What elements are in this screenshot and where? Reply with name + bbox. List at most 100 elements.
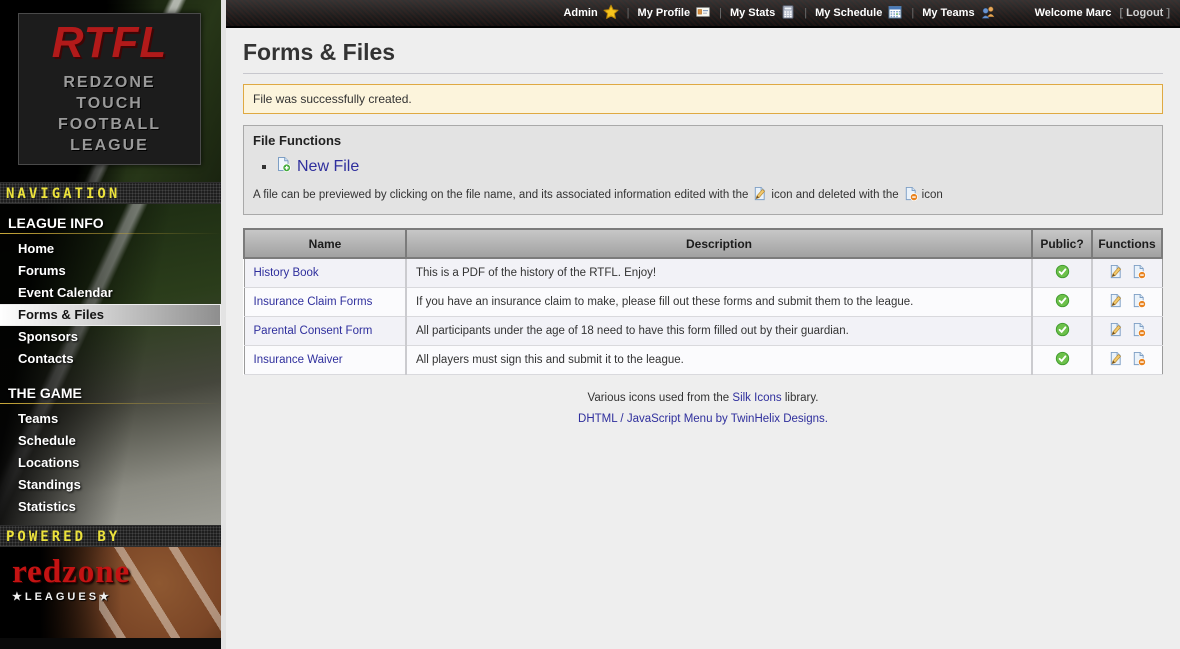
- new-file-link[interactable]: New File: [297, 158, 359, 176]
- group-icon: [980, 4, 996, 23]
- redzone-leagues-logo: redzone: [12, 557, 221, 588]
- topbar: Admin | My Profile | My Stats | My Sched…: [226, 0, 1180, 28]
- calculator-icon: [780, 4, 796, 23]
- silk-icons-link[interactable]: Silk Icons: [732, 392, 781, 404]
- sidebar-nav: LEAGUE INFO Home Forums Event Calendar F…: [0, 204, 221, 525]
- delete-file-icon[interactable]: [1131, 264, 1146, 282]
- table-row: Insurance Waiver All players must sign t…: [244, 346, 1162, 375]
- sidebar: RTFL REDZONE TOUCH FOOTBALL LEAGUE NAVIG…: [0, 0, 226, 649]
- credit-text: library.: [785, 392, 819, 404]
- vcard-icon: [695, 4, 711, 23]
- topbar-item-admin[interactable]: Admin: [563, 4, 618, 23]
- logout-button[interactable]: [ Logout ]: [1119, 7, 1170, 19]
- gold-divider: [0, 233, 221, 234]
- sidebar-item-contacts[interactable]: Contacts: [0, 348, 221, 370]
- file-name-link[interactable]: History Book: [254, 267, 319, 279]
- public-check-icon: [1055, 293, 1070, 311]
- edit-file-icon[interactable]: [1108, 264, 1123, 282]
- sidebar-hero: RTFL REDZONE TOUCH FOOTBALL LEAGUE: [0, 0, 221, 182]
- nav-gap: [0, 370, 221, 382]
- sidebar-item-sponsors[interactable]: Sponsors: [0, 326, 221, 348]
- credit-text: Various icons used from the: [588, 392, 730, 404]
- page-title: Forms & Files: [243, 37, 1163, 74]
- file-functions-help: A file can be previewed by clicking on t…: [253, 186, 1153, 204]
- gold-divider: [0, 403, 221, 404]
- main-column: Admin | My Profile | My Stats | My Sched…: [226, 0, 1180, 649]
- sidebar-item-home[interactable]: Home: [0, 238, 221, 260]
- topbar-separator: |: [911, 7, 914, 19]
- bracket: [: [1119, 7, 1123, 19]
- file-description: All participants under the age of 18 nee…: [406, 317, 1032, 346]
- topbar-item-my-stats[interactable]: My Stats: [730, 4, 796, 23]
- menu-credit: DHTML / JavaScript Menu by TwinHelix Des…: [243, 413, 1163, 425]
- file-name-link[interactable]: Parental Consent Form: [254, 325, 373, 337]
- sidebar-item-event-calendar[interactable]: Event Calendar: [0, 282, 221, 304]
- nav-section-league-info: LEAGUE INFO: [0, 212, 221, 233]
- delete-file-icon[interactable]: [1131, 293, 1146, 311]
- powered-by-header: POWERED BY: [0, 525, 221, 547]
- page-edit-icon: [752, 186, 767, 204]
- delete-file-icon[interactable]: [1131, 322, 1146, 340]
- sidebar-item-schedule[interactable]: Schedule: [0, 430, 221, 452]
- powered-by-logo-panel: redzone ★LEAGUES★: [0, 547, 221, 638]
- file-name-link[interactable]: Insurance Claim Forms: [254, 296, 373, 308]
- delete-file-icon[interactable]: [1131, 351, 1146, 369]
- topbar-label: My Stats: [730, 7, 775, 19]
- page-root: RTFL REDZONE TOUCH FOOTBALL LEAGUE NAVIG…: [0, 0, 1180, 649]
- logo-line: FOOTBALL: [58, 115, 161, 136]
- redzone-leagues-sub: ★LEAGUES★: [12, 590, 221, 603]
- star-icon: [603, 4, 619, 23]
- bracket: ]: [1166, 7, 1170, 19]
- logo-acronym: RTFL: [52, 21, 168, 65]
- file-name-link[interactable]: Insurance Waiver: [254, 354, 343, 366]
- column-header-functions: Functions: [1092, 229, 1162, 258]
- league-logo: RTFL REDZONE TOUCH FOOTBALL LEAGUE: [18, 13, 201, 165]
- edit-file-icon[interactable]: [1108, 293, 1123, 311]
- page-delete-icon: [903, 186, 918, 204]
- column-header-description: Description: [406, 229, 1032, 258]
- sidebar-item-forms-files[interactable]: Forms & Files: [0, 304, 221, 326]
- public-check-icon: [1055, 351, 1070, 369]
- public-check-icon: [1055, 264, 1070, 282]
- sidebar-item-forums[interactable]: Forums: [0, 260, 221, 282]
- logo-line: TOUCH: [76, 94, 143, 115]
- content-area: Forms & Files File was successfully crea…: [226, 28, 1180, 649]
- file-description: All players must sign this and submit it…: [406, 346, 1032, 375]
- topbar-label: My Profile: [638, 7, 691, 19]
- topbar-item-my-teams[interactable]: My Teams: [922, 4, 995, 23]
- file-description: This is a PDF of the history of the RTFL…: [406, 258, 1032, 288]
- sidebar-item-statistics[interactable]: Statistics: [0, 496, 221, 518]
- table-row: Parental Consent Form All participants u…: [244, 317, 1162, 346]
- topbar-separator: |: [627, 7, 630, 19]
- table-row: History Book This is a PDF of the histor…: [244, 258, 1162, 288]
- welcome-text: Welcome Marc: [1035, 7, 1112, 19]
- topbar-label: My Schedule: [815, 7, 882, 19]
- file-description: If you have an insurance claim to make, …: [406, 288, 1032, 317]
- page-add-icon[interactable]: [275, 156, 291, 177]
- topbar-item-my-profile[interactable]: My Profile: [638, 4, 712, 23]
- logo-line: REDZONE: [63, 73, 155, 94]
- topbar-label: Admin: [563, 7, 597, 19]
- list-bullet: [262, 165, 266, 169]
- edit-file-icon[interactable]: [1108, 351, 1123, 369]
- topbar-separator: |: [804, 7, 807, 19]
- logo-line: LEAGUE: [70, 136, 149, 157]
- file-functions-panel: File Functions New File A file can be pr…: [243, 125, 1163, 215]
- column-header-public: Public?: [1032, 229, 1092, 258]
- topbar-item-my-schedule[interactable]: My Schedule: [815, 4, 903, 23]
- public-check-icon: [1055, 322, 1070, 340]
- twinhelix-link[interactable]: DHTML / JavaScript Menu by TwinHelix Des…: [578, 413, 828, 425]
- sidebar-item-locations[interactable]: Locations: [0, 452, 221, 474]
- table-header-row: Name Description Public? Functions: [244, 229, 1162, 258]
- calendar-icon: [887, 4, 903, 23]
- sidebar-filler: [0, 638, 221, 649]
- success-alert: File was successfully created.: [243, 84, 1163, 114]
- edit-file-icon[interactable]: [1108, 322, 1123, 340]
- sidebar-item-teams[interactable]: Teams: [0, 408, 221, 430]
- help-text: icon and deleted with the: [771, 189, 898, 201]
- nav-section-the-game: THE GAME: [0, 382, 221, 403]
- sidebar-item-standings[interactable]: Standings: [0, 474, 221, 496]
- topbar-separator: |: [719, 7, 722, 19]
- icons-credit: Various icons used from the Silk Icons l…: [243, 392, 1163, 404]
- column-header-name: Name: [244, 229, 406, 258]
